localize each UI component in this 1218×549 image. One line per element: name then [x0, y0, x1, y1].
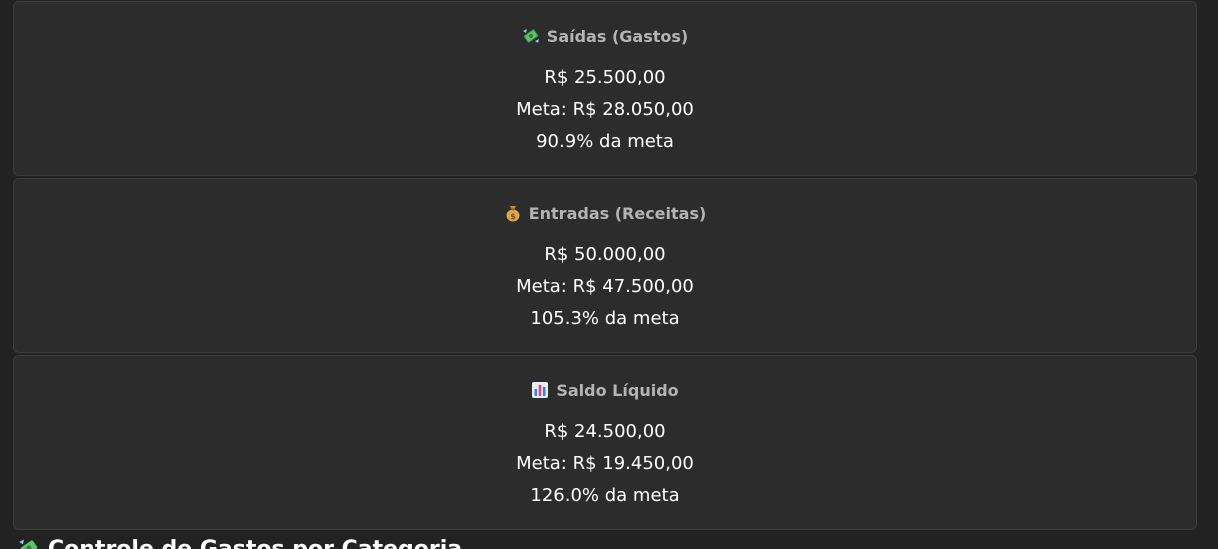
card-title-text: Saídas (Gastos)	[546, 27, 689, 46]
card-title-net-balance: Saldo Líquido	[14, 381, 1196, 401]
section-heading: Controle de Gastos por Categoria	[18, 536, 462, 549]
card-title-expenses: Saídas (Gastos)	[14, 27, 1196, 47]
card-value: R$ 24.500,00	[544, 421, 666, 442]
money-with-wings-icon	[522, 27, 540, 45]
bar-chart-icon	[531, 381, 549, 399]
metric-card-income: $ Entradas (Receitas) R$ 50.000,00 Meta:…	[13, 178, 1197, 353]
card-goal-percent: 126.0% da meta	[530, 485, 680, 506]
card-value: R$ 50.000,00	[544, 244, 666, 265]
card-goal: Meta: R$ 19.450,00	[516, 453, 694, 474]
svg-text:$: $	[510, 212, 516, 221]
section-heading-text: Controle de Gastos por Categoria	[48, 537, 462, 549]
card-goal: Meta: R$ 47.500,00	[516, 276, 694, 297]
metric-card-net-balance: Saldo Líquido R$ 24.500,00 Meta: R$ 19.4…	[13, 355, 1197, 530]
card-title-text: Entradas (Receitas)	[528, 204, 707, 223]
page: Saídas (Gastos) R$ 25.500,00 Meta: R$ 28…	[0, 0, 1218, 549]
metric-card-expenses: Saídas (Gastos) R$ 25.500,00 Meta: R$ 28…	[13, 1, 1197, 176]
card-goal-percent: 90.9% da meta	[536, 131, 674, 152]
money-bag-icon: $	[504, 204, 522, 222]
card-goal: Meta: R$ 28.050,00	[516, 99, 694, 120]
card-title-text: Saldo Líquido	[556, 381, 679, 400]
card-value: R$ 25.500,00	[544, 67, 666, 88]
card-title-income: $ Entradas (Receitas)	[14, 204, 1196, 224]
money-with-wings-icon	[18, 537, 40, 549]
card-goal-percent: 105.3% da meta	[530, 308, 680, 329]
